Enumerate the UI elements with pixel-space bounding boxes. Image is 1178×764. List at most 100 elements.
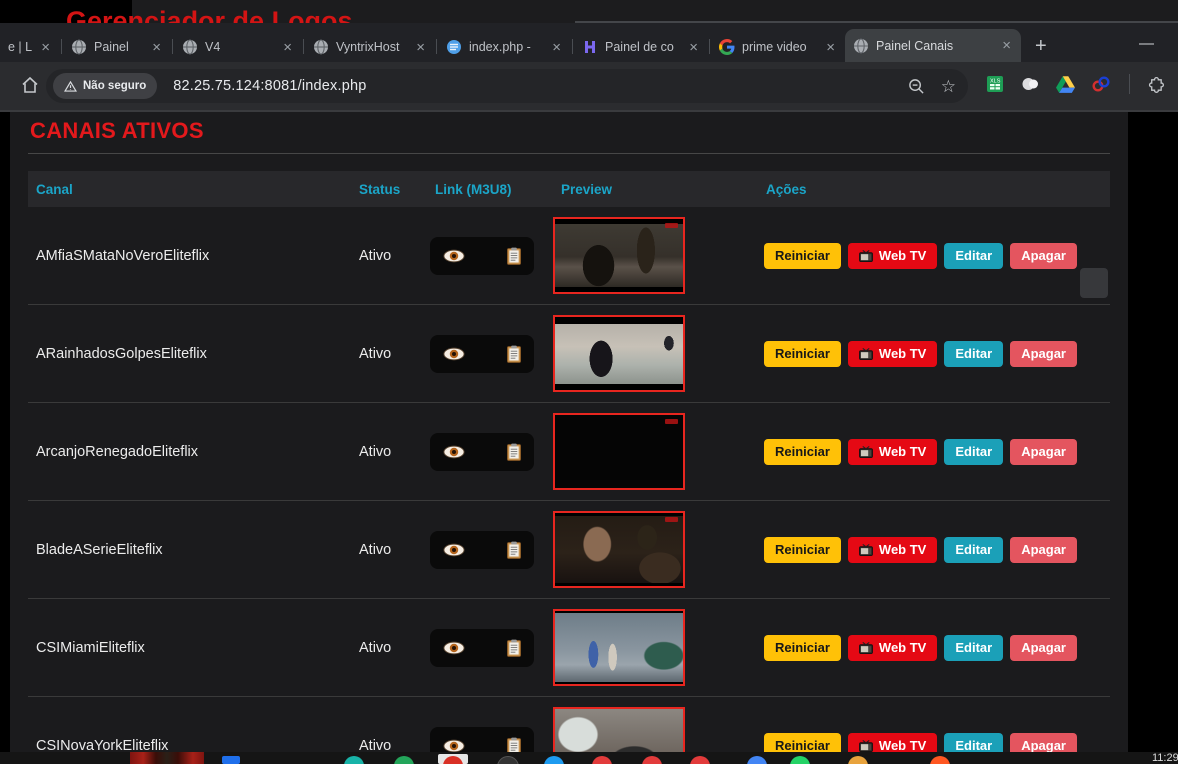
preview-thumbnail[interactable] xyxy=(553,609,685,686)
taskbar-icon[interactable] xyxy=(344,756,364,764)
browser-toolbar: Não seguro 82.25.75.124:8081/index.php ☆… xyxy=(0,62,1178,112)
table-row: CSIMiamiEliteflix Ativo Reiniciar Web TV… xyxy=(28,599,1110,697)
links-extension-icon[interactable] xyxy=(1092,76,1110,92)
editar-button[interactable]: Editar xyxy=(944,635,1003,661)
taskbar-icon[interactable] xyxy=(544,756,564,764)
taskbar-icon[interactable] xyxy=(690,756,710,764)
eye-icon[interactable] xyxy=(443,543,465,557)
table-row: ArcanjoRenegadoEliteflix Ativo Reiniciar… xyxy=(28,403,1110,501)
close-icon[interactable]: × xyxy=(1000,38,1013,53)
taskbar-icon[interactable] xyxy=(930,756,950,764)
apagar-button[interactable]: Apagar xyxy=(1010,243,1077,269)
preview-thumbnail[interactable] xyxy=(553,315,685,392)
eye-icon[interactable] xyxy=(443,445,465,459)
close-icon[interactable]: × xyxy=(281,40,294,55)
tab-bar: e | Liv × Painel × V4 × VyntrixHost × in… xyxy=(0,23,1178,62)
close-icon[interactable]: × xyxy=(414,40,427,55)
clipboard-icon[interactable] xyxy=(507,639,521,657)
taskbar-icon[interactable] xyxy=(642,756,662,764)
url-text: 82.25.75.124:8081/index.php xyxy=(173,78,366,94)
scrollbar-thumb[interactable] xyxy=(1080,268,1108,298)
tab-v4[interactable]: V4 × xyxy=(174,32,302,62)
editar-button[interactable]: Editar xyxy=(944,537,1003,563)
reiniciar-button[interactable]: Reiniciar xyxy=(764,635,841,661)
close-icon[interactable]: × xyxy=(150,40,163,55)
close-icon[interactable]: × xyxy=(39,40,52,55)
eye-icon[interactable] xyxy=(443,347,465,361)
taskbar-curtain-thumbnail[interactable] xyxy=(130,752,204,764)
home-icon[interactable] xyxy=(20,75,40,95)
taskbar-icon[interactable] xyxy=(222,756,240,764)
m3u8-link-box[interactable] xyxy=(430,531,534,569)
tab-live[interactable]: e | Liv × xyxy=(0,32,60,62)
tab-painel[interactable]: Painel × xyxy=(63,32,171,62)
taskbar-icon[interactable] xyxy=(497,756,519,764)
m3u8-link-box[interactable] xyxy=(430,629,534,667)
channel-status: Ativo xyxy=(351,248,427,264)
tv-icon xyxy=(859,740,873,752)
close-icon[interactable]: × xyxy=(824,40,837,55)
clipboard-icon[interactable] xyxy=(507,443,521,461)
preview-thumbnail[interactable] xyxy=(553,413,685,490)
m3u8-link-box[interactable] xyxy=(430,433,534,471)
channel-name: BladeASerieEliteflix xyxy=(28,542,351,558)
eye-icon[interactable] xyxy=(443,739,465,753)
blob-extension-icon[interactable] xyxy=(1021,75,1039,93)
taskbar-icon[interactable] xyxy=(848,756,868,764)
warning-icon xyxy=(64,81,77,92)
tab-vyntrixhost[interactable]: VyntrixHost × xyxy=(305,32,435,62)
extensions-puzzle-icon[interactable] xyxy=(1147,76,1164,93)
taskbar-icon[interactable] xyxy=(790,756,810,764)
taskbar-icon[interactable] xyxy=(592,756,612,764)
channel-logo-mark xyxy=(665,517,678,522)
address-bar[interactable]: Não seguro 82.25.75.124:8081/index.php ☆ xyxy=(46,69,968,103)
table-header: Canal Status Link (M3U8) Preview Ações xyxy=(28,171,1110,207)
preview-thumbnail[interactable] xyxy=(553,511,685,588)
col-link: Link (M3U8) xyxy=(427,182,553,197)
apagar-button[interactable]: Apagar xyxy=(1010,635,1077,661)
editar-button[interactable]: Editar xyxy=(944,341,1003,367)
bookmark-star-icon[interactable]: ☆ xyxy=(941,78,956,95)
tv-icon xyxy=(859,446,873,458)
close-icon[interactable]: × xyxy=(687,40,700,55)
tab-painel-de-controle[interactable]: Painel de co × xyxy=(574,32,708,62)
preview-thumbnail[interactable] xyxy=(553,217,685,294)
taskbar-icon[interactable] xyxy=(394,756,414,764)
eye-icon[interactable] xyxy=(443,249,465,263)
taskbar-icon[interactable] xyxy=(747,756,767,764)
apagar-button[interactable]: Apagar xyxy=(1010,341,1077,367)
webtv-button[interactable]: Web TV xyxy=(848,537,937,563)
sheets-extension-icon[interactable]: XLS xyxy=(986,75,1004,93)
channel-logo-mark xyxy=(665,223,678,228)
new-tab-button[interactable]: + xyxy=(1035,36,1047,56)
clipboard-icon[interactable] xyxy=(507,247,521,265)
divider xyxy=(28,153,1110,154)
minimize-button[interactable]: — xyxy=(1139,35,1154,52)
apagar-button[interactable]: Apagar xyxy=(1010,439,1077,465)
reiniciar-button[interactable]: Reiniciar xyxy=(764,341,841,367)
editar-button[interactable]: Editar xyxy=(944,243,1003,269)
reiniciar-button[interactable]: Reiniciar xyxy=(764,537,841,563)
m3u8-link-box[interactable] xyxy=(430,335,534,373)
webtv-button[interactable]: Web TV xyxy=(848,243,937,269)
webtv-button[interactable]: Web TV xyxy=(848,439,937,465)
channel-status: Ativo xyxy=(351,640,427,656)
webtv-button[interactable]: Web TV xyxy=(848,635,937,661)
editar-button[interactable]: Editar xyxy=(944,439,1003,465)
clipboard-icon[interactable] xyxy=(507,541,521,559)
taskbar: 11:29 xyxy=(0,752,1178,764)
reiniciar-button[interactable]: Reiniciar xyxy=(764,439,841,465)
webtv-button[interactable]: Web TV xyxy=(848,341,937,367)
tab-indexphp[interactable]: index.php - × xyxy=(438,32,571,62)
drive-extension-icon[interactable] xyxy=(1056,76,1075,93)
security-badge[interactable]: Não seguro xyxy=(53,73,157,99)
apagar-button[interactable]: Apagar xyxy=(1010,537,1077,563)
zoom-out-icon[interactable] xyxy=(908,78,925,95)
reiniciar-button[interactable]: Reiniciar xyxy=(764,243,841,269)
tab-painel-canais-active[interactable]: Painel Canais × xyxy=(845,29,1021,62)
clipboard-icon[interactable] xyxy=(507,345,521,363)
close-icon[interactable]: × xyxy=(550,40,563,55)
tab-prime-video[interactable]: prime video × xyxy=(711,32,845,62)
eye-icon[interactable] xyxy=(443,641,465,655)
m3u8-link-box[interactable] xyxy=(430,237,534,275)
